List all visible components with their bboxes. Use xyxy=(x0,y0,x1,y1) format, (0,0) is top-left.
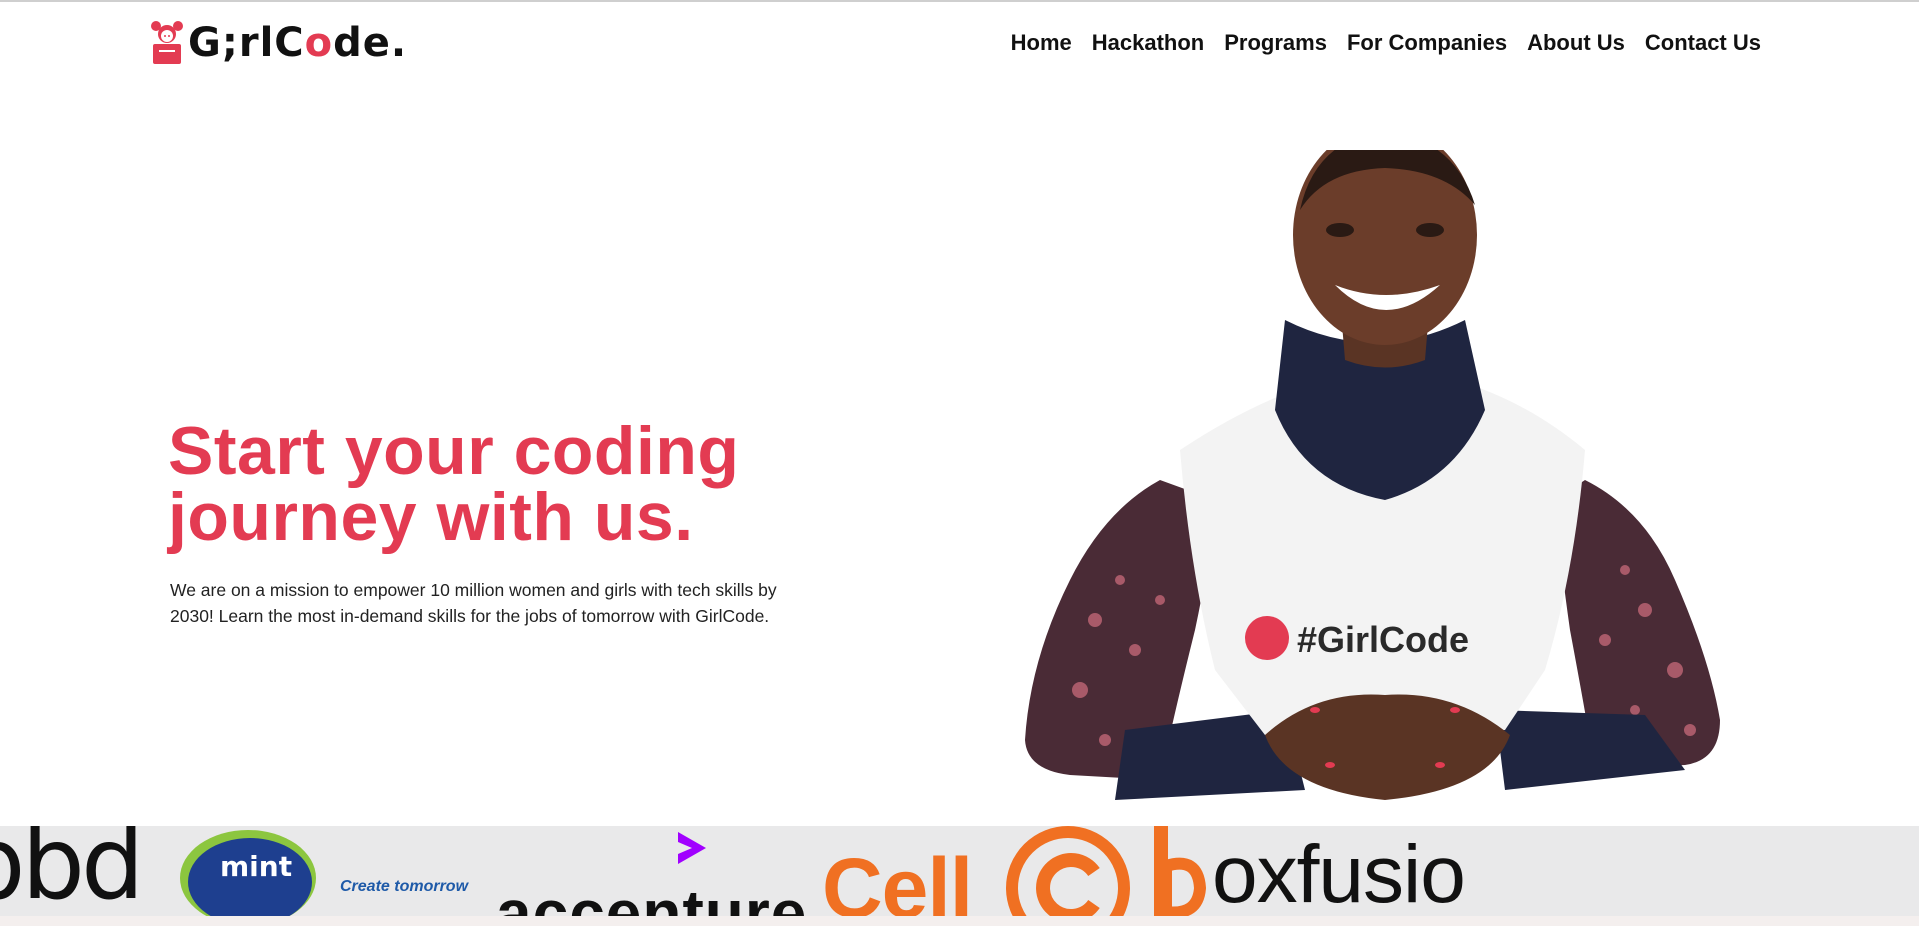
nav-hackathon[interactable]: Hackathon xyxy=(1092,30,1204,56)
nav-about-us[interactable]: About Us xyxy=(1527,30,1625,56)
boxfusion-b-icon xyxy=(1154,826,1207,916)
shirt-text: #GirlCode xyxy=(1297,619,1469,660)
hero-photo: #GirlCode xyxy=(1025,150,1720,800)
hero-title-line-1: Start your coding xyxy=(168,413,740,489)
accenture-chevron-icon xyxy=(678,832,706,864)
nav-contact-us[interactable]: Contact Us xyxy=(1645,30,1761,56)
mint-tagline: Create tomorrow xyxy=(340,878,469,895)
girl-coder-icon xyxy=(151,21,183,64)
partner-logo-bbd: bbd xyxy=(0,826,144,916)
cellc-c-icon xyxy=(1006,826,1130,916)
partner-logo-cellc: Cell xyxy=(818,826,1154,916)
partner-logo-strip: bbd mint Create tomorrow accenture Cell … xyxy=(0,826,1919,916)
partner-logo-mint: mint Create tomorrow xyxy=(180,826,480,916)
partner-logo-boxfusion: oxfusion xyxy=(1148,826,1468,916)
nav-programs[interactable]: Programs xyxy=(1224,30,1327,56)
main-nav: Home Hackathon Programs For Companies Ab… xyxy=(1011,30,1761,56)
site-header: G; rlC o de. Home Hackathon Programs For Co… xyxy=(0,2,1919,86)
hero-description: We are on a mission to empower 10 millio… xyxy=(170,580,777,626)
page-bottom-edge xyxy=(0,916,1919,926)
nav-home[interactable]: Home xyxy=(1011,30,1072,56)
nav-for-companies[interactable]: For Companies xyxy=(1347,30,1507,56)
shirt-logo xyxy=(1245,616,1289,660)
partner-logo-accenture: accenture xyxy=(496,826,816,916)
logo-wordmark: G; rlC o de. xyxy=(188,20,408,66)
hero-title: Start your coding journey with us. xyxy=(168,417,848,551)
girlcode-logo[interactable]: G; rlC o de. xyxy=(150,18,407,68)
hero-title-line-2: journey with us. xyxy=(168,479,694,555)
